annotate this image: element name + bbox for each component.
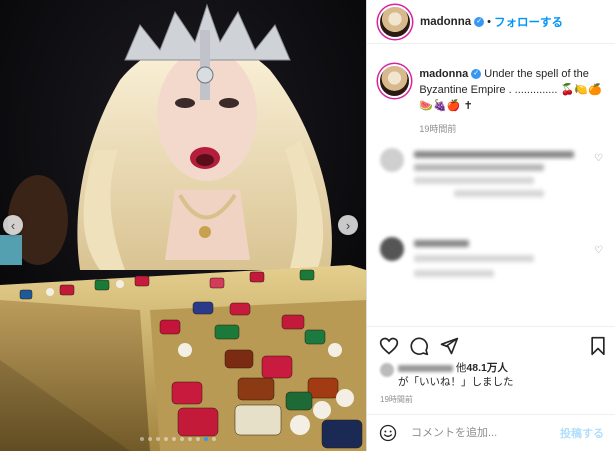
liker-avatar — [380, 363, 394, 377]
verified-badge-icon: ✓ — [474, 16, 485, 27]
bookmark-icon[interactable] — [589, 336, 607, 356]
carousel-dot — [156, 437, 160, 441]
add-comment-bar: 投稿する — [367, 414, 615, 451]
post-image — [0, 0, 366, 451]
carousel-dot — [188, 437, 192, 441]
likes-prefix: 他 — [455, 362, 467, 374]
post-comment-button[interactable]: 投稿する — [560, 425, 604, 441]
next-slide-button[interactable]: › — [338, 215, 358, 235]
comment-item — [380, 237, 534, 283]
follow-button[interactable]: フォローする — [494, 14, 563, 30]
carousel-dot — [164, 437, 168, 441]
prev-slide-button[interactable]: ‹ — [3, 215, 23, 235]
post-media[interactable]: ‹ › — [0, 0, 366, 451]
profile-avatar[interactable] — [380, 6, 410, 37]
comment-like-icon[interactable]: ♡ — [594, 245, 603, 256]
post-timestamp: 19時間前 — [380, 395, 413, 404]
comment-input[interactable] — [409, 426, 553, 440]
verified-badge-icon: ✓ — [471, 69, 482, 80]
carousel-dot — [140, 437, 144, 441]
liker-name-redacted — [398, 364, 453, 372]
post-caption: madonna ✓ Under the spell of the Byzantin… — [380, 66, 605, 137]
post-header: madonna ✓ • フォローする — [367, 0, 615, 44]
chevron-right-icon: › — [345, 217, 351, 233]
comment-avatar[interactable] — [380, 237, 404, 261]
comment-avatar[interactable] — [380, 148, 404, 172]
likes-count[interactable]: 48.1万人 — [466, 362, 507, 374]
action-bar — [367, 326, 615, 364]
caption-timestamp: 19時間前 — [419, 124, 457, 134]
carousel-dot — [212, 437, 216, 441]
caption-avatar[interactable] — [380, 66, 410, 96]
carousel-dot — [172, 437, 176, 441]
carousel-dot — [148, 437, 152, 441]
post-side-panel: madonna ✓ • フォローする madonna ✓ Under the sp… — [366, 0, 615, 451]
share-icon[interactable] — [439, 336, 459, 356]
carousel-dot — [196, 437, 200, 441]
carousel-dot — [180, 437, 184, 441]
username-link[interactable]: madonna — [420, 16, 471, 28]
chevron-left-icon: ‹ — [10, 217, 16, 233]
separator-dot: • — [487, 15, 491, 28]
carousel-indicator — [140, 437, 216, 441]
comment-item — [380, 148, 574, 203]
comment-icon[interactable] — [409, 336, 429, 356]
carousel-dot-active — [204, 437, 208, 441]
caption-username[interactable]: madonna — [419, 68, 468, 80]
heart-icon[interactable] — [379, 336, 399, 356]
emoji-icon[interactable] — [379, 424, 397, 442]
comment-like-icon[interactable]: ♡ — [594, 153, 603, 164]
likes-suffix: が「いいね！」しました — [398, 376, 514, 388]
likes-summary[interactable]: 他48.1万人 が「いいね！」しました — [380, 361, 514, 389]
